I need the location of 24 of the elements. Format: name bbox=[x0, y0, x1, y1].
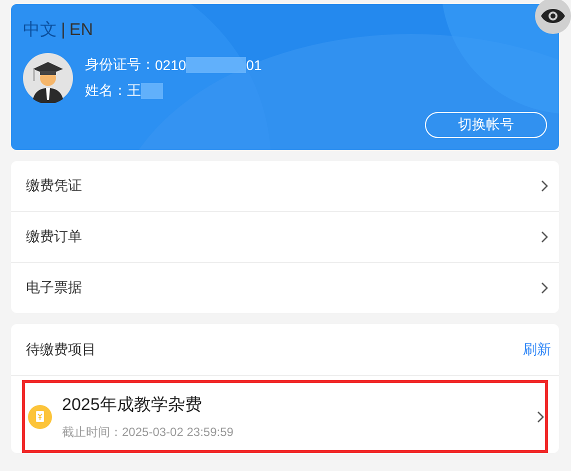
blur-patch bbox=[186, 57, 246, 73]
deadline-text: 截止时间：2025-03-02 23:59:59 bbox=[62, 424, 234, 440]
chevron-right-icon bbox=[541, 231, 549, 243]
id-label: 身份证号： bbox=[85, 56, 155, 74]
pending-item[interactable]: 2025年成教学杂费 截止时间：2025-03-02 23:59:59 bbox=[22, 380, 548, 453]
id-value: 01 bbox=[246, 57, 262, 73]
language-separator: | bbox=[61, 20, 66, 40]
name-label: 姓名： bbox=[85, 82, 127, 100]
chevron-right-icon bbox=[541, 282, 549, 294]
eye-icon[interactable] bbox=[535, 0, 571, 34]
language-option[interactable]: EN bbox=[69, 20, 94, 40]
id-value: 0210 bbox=[155, 57, 186, 73]
avatar-icon bbox=[23, 53, 73, 103]
section-title: 待缴费项目 bbox=[26, 340, 96, 358]
menu-item[interactable]: 缴费订单 bbox=[11, 211, 559, 262]
blur-patch bbox=[141, 83, 163, 99]
name-value: 王 bbox=[127, 82, 141, 100]
chevron-right-icon bbox=[537, 410, 545, 422]
menu-item[interactable]: 电子票据 bbox=[11, 262, 559, 313]
item-name: 2025年成教学杂费 bbox=[62, 394, 203, 416]
menu-item[interactable]: 缴费凭证 bbox=[11, 161, 559, 211]
chevron-right-icon bbox=[541, 180, 549, 192]
refresh-link[interactable]: 刷新 bbox=[523, 340, 551, 358]
payment-icon bbox=[28, 404, 52, 428]
